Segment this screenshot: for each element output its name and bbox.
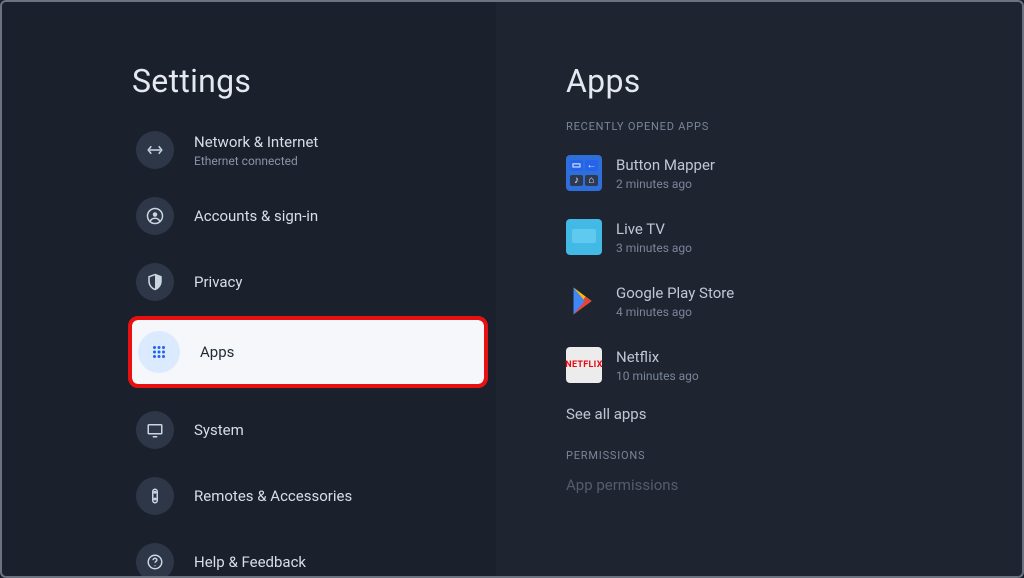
app-time: 2 minutes ago (616, 177, 715, 191)
play-store-icon (566, 283, 602, 319)
item-label: Network & Internet (194, 133, 318, 151)
help-icon (136, 543, 174, 576)
app-name: Google Play Store (616, 284, 734, 302)
recent-apps-header: RECENTLY OPENED APPS (566, 120, 1022, 133)
app-time: 10 minutes ago (616, 369, 699, 383)
settings-item-apps[interactable]: Apps (132, 320, 484, 384)
item-label: System (194, 421, 244, 439)
item-sublabel: Ethernet connected (194, 154, 318, 168)
recent-app-netflix[interactable]: NETFLIX Netflix 10 minutes ago (566, 339, 1022, 391)
app-name: Button Mapper (616, 156, 715, 174)
app-name: Netflix (616, 348, 699, 366)
settings-screen: Settings Network & Internet Ethernet con… (0, 0, 1024, 578)
button-mapper-icon: ▭←♪⌂ (566, 155, 602, 191)
permissions-header: PERMISSIONS (566, 449, 1022, 462)
see-all-apps-link[interactable]: See all apps (566, 405, 1022, 423)
item-label: Accounts & sign-in (194, 207, 318, 225)
app-name: Live TV (616, 220, 692, 238)
settings-item-network[interactable]: Network & Internet Ethernet connected (132, 122, 484, 178)
netflix-icon: NETFLIX (566, 347, 602, 383)
apps-grid-icon (138, 331, 180, 373)
item-label: Apps (200, 343, 234, 361)
settings-item-accounts[interactable]: Accounts & sign-in (132, 188, 484, 244)
apps-panel: Apps RECENTLY OPENED APPS ▭←♪⌂ Button Ma… (496, 2, 1022, 576)
live-tv-icon (566, 219, 602, 255)
settings-title: Settings (132, 62, 484, 100)
apps-title: Apps (566, 62, 1022, 100)
recent-app-button-mapper[interactable]: ▭←♪⌂ Button Mapper 2 minutes ago (566, 147, 1022, 199)
remote-icon (136, 477, 174, 515)
settings-item-privacy[interactable]: Privacy (132, 254, 484, 310)
settings-item-help[interactable]: Help & Feedback (132, 534, 484, 576)
app-permissions-link[interactable]: App permissions (566, 476, 1022, 494)
system-icon (136, 411, 174, 449)
account-icon (136, 197, 174, 235)
item-label: Remotes & Accessories (194, 487, 352, 505)
settings-column: Settings Network & Internet Ethernet con… (2, 2, 496, 576)
item-label: Privacy (194, 273, 242, 291)
settings-item-system[interactable]: System (132, 402, 484, 458)
recent-app-play-store[interactable]: Google Play Store 4 minutes ago (566, 275, 1022, 327)
network-icon (136, 131, 174, 169)
privacy-icon (136, 263, 174, 301)
recent-app-live-tv[interactable]: Live TV 3 minutes ago (566, 211, 1022, 263)
app-time: 3 minutes ago (616, 241, 692, 255)
settings-item-remotes[interactable]: Remotes & Accessories (132, 468, 484, 524)
item-label: Help & Feedback (194, 553, 306, 571)
app-time: 4 minutes ago (616, 305, 734, 319)
